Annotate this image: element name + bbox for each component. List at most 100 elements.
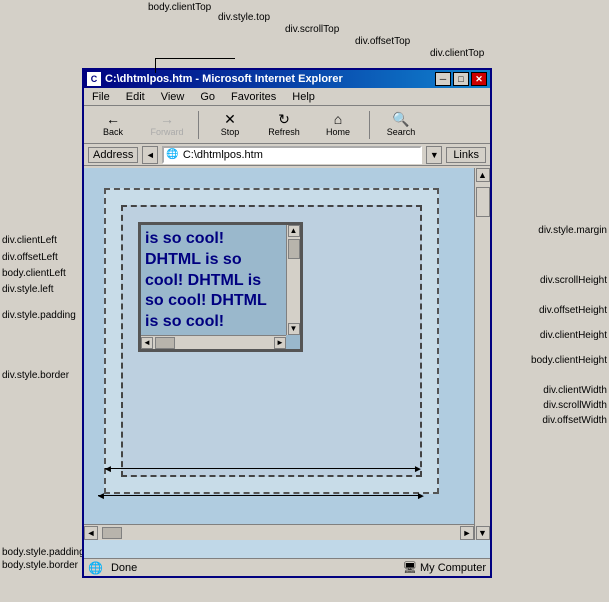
div-scroll-height-annotation: div.scrollHeight <box>540 275 607 286</box>
body-client-top-annotation: body.clientTop <box>148 2 211 13</box>
search-label: Search <box>387 127 416 137</box>
forward-button[interactable]: → Forward <box>142 108 192 142</box>
menu-favorites[interactable]: Favorites <box>227 90 280 104</box>
stop-button[interactable]: ✕ Stop <box>205 108 255 142</box>
div-scroll-width-annotation: div.scrollWidth <box>543 400 607 411</box>
title-bar-icon: C <box>87 72 101 86</box>
scroll-div-thumb-bottom[interactable] <box>155 337 175 349</box>
scroll-down-btn[interactable]: ▼ <box>476 526 490 540</box>
scroll-thumb-right[interactable] <box>476 187 490 217</box>
links-button[interactable]: Links <box>446 147 486 163</box>
scroll-right-btn[interactable]: ► <box>460 526 474 540</box>
home-button[interactable]: ⌂ Home <box>313 108 363 142</box>
toolbar: ← Back → Forward ✕ Stop ↻ Refresh ⌂ Home… <box>84 106 490 144</box>
address-dropdown-arrow[interactable]: ▼ <box>426 146 442 164</box>
body-offset-width-line <box>98 495 418 496</box>
div-offset-height-annotation: div.offsetHeight <box>539 305 607 316</box>
title-bar: C C:\dhtmlpos.htm - Microsoft Internet E… <box>84 70 490 88</box>
minimize-button[interactable]: ─ <box>435 72 451 86</box>
address-bar: Address ◄ 🌐 C:\dhtmlpos.htm ▼ Links <box>84 144 490 166</box>
scroll-div-up-btn[interactable]: ▲ <box>288 225 300 237</box>
menu-help[interactable]: Help <box>288 90 319 104</box>
browser-scrollbar-bottom: ◄ ► <box>84 524 474 540</box>
scroll-track-bottom <box>98 526 460 540</box>
page-icon: 🌐 <box>166 149 178 160</box>
browser-scrollbar-right: ▲ ▼ <box>474 168 490 540</box>
scroll-div-content: is so cool! DHTML is so cool! DHTML is s… <box>141 225 300 352</box>
div-client-top-annotation: div.clientTop <box>430 48 484 59</box>
forward-label: Forward <box>150 127 183 137</box>
scroll-div[interactable]: ▲ ▼ ◄ <box>138 222 303 352</box>
status-zone: 🖥 My Computer <box>403 561 486 574</box>
body-offset-width-arrow-left: ◄ <box>96 491 106 502</box>
status-zone-text: My Computer <box>420 562 486 574</box>
div-offset-left-annotation: div.offsetLeft <box>2 252 58 263</box>
refresh-label: Refresh <box>268 127 300 137</box>
back-label: Back <box>103 127 123 137</box>
div-client-width-annotation: div.clientWidth <box>543 385 607 396</box>
menu-edit[interactable]: Edit <box>122 90 149 104</box>
window-title: C:\dhtmlpos.htm - Microsoft Internet Exp… <box>105 73 343 85</box>
div-client-left-annotation: div.clientLeft <box>2 235 57 246</box>
menu-view[interactable]: View <box>157 90 189 104</box>
scroll-div-right-btn[interactable]: ► <box>274 337 286 349</box>
refresh-button[interactable]: ↻ Refresh <box>259 108 309 142</box>
address-input[interactable]: 🌐 C:\dhtmlpos.htm <box>162 146 422 164</box>
scroll-div-thumb-right[interactable] <box>288 239 300 259</box>
status-zone-icon: 🖥 <box>403 561 417 574</box>
div-offset-top-annotation: div.offsetTop <box>355 36 410 47</box>
stop-icon: ✕ <box>224 112 236 126</box>
scroll-div-track-right <box>288 237 300 323</box>
div-style-padding-annotation: div.style.padding <box>2 310 76 321</box>
forward-icon: → <box>160 112 174 126</box>
scroll-thumb-bottom[interactable] <box>102 527 122 539</box>
scroll-track-right <box>476 182 490 526</box>
div-style-margin-annotation: div.style.margin <box>538 225 607 236</box>
scroll-div-down-btn[interactable]: ▼ <box>288 323 300 335</box>
address-label: Address <box>88 147 138 163</box>
refresh-icon: ↻ <box>278 112 290 126</box>
scroll-div-scrollbar-bottom: ◄ ► <box>141 335 286 349</box>
browser-window: C C:\dhtmlpos.htm - Microsoft Internet E… <box>82 68 492 578</box>
search-button[interactable]: 🔍 Search <box>376 108 426 142</box>
body-style-padding-annotation: body.style.padding <box>2 547 85 558</box>
scroll-up-btn[interactable]: ▲ <box>476 168 490 182</box>
div-client-height-annotation: div.clientHeight <box>540 330 607 341</box>
stop-label: Stop <box>221 127 240 137</box>
line-body-client-top <box>155 58 235 59</box>
div-style-border-annotation: div.style.border <box>2 370 69 381</box>
status-page-icon: 🌐 <box>88 561 103 575</box>
toolbar-separator-1 <box>198 111 199 139</box>
search-icon: 🔍 <box>392 112 409 126</box>
scroll-div-track-bottom <box>153 337 274 349</box>
status-bar: 🌐 Done 🖥 My Computer <box>84 558 490 576</box>
content-area: ▲ ▼ ◄ <box>84 168 490 558</box>
home-icon: ⌂ <box>334 112 342 126</box>
close-button[interactable]: ✕ <box>471 72 487 86</box>
scroll-div-left-btn[interactable]: ◄ <box>141 337 153 349</box>
div-style-top-annotation: div.style.top <box>218 12 270 23</box>
maximize-button[interactable]: □ <box>453 72 469 86</box>
menu-bar: File Edit View Go Favorites Help e <box>84 88 490 106</box>
tick-body-client-top <box>155 58 156 73</box>
scroll-left-btn[interactable]: ◄ <box>84 526 98 540</box>
address-value: C:\dhtmlpos.htm <box>183 149 263 161</box>
div-offset-width-annotation: div.offsetWidth <box>542 415 607 426</box>
body-client-height-annotation: body.clientHeight <box>531 355 607 366</box>
body-offset-width-arrow-right: ► <box>416 491 426 502</box>
back-icon: ← <box>106 112 120 126</box>
div-style-left-annotation: div.style.left <box>2 284 54 295</box>
body-client-width-line <box>105 468 415 469</box>
inner-dashed-div: ▲ ▼ ◄ <box>121 205 422 477</box>
body-client-left-annotation: body.clientLeft <box>2 268 66 279</box>
body-client-width-arrow-left: ◄ <box>103 464 113 475</box>
address-left-arrow[interactable]: ◄ <box>142 146 158 164</box>
div-scroll-top-annotation: div.scrollTop <box>285 24 339 35</box>
home-label: Home <box>326 127 350 137</box>
toolbar-separator-2 <box>369 111 370 139</box>
scroll-div-scrollbar-right: ▲ ▼ <box>286 225 300 335</box>
menu-go[interactable]: Go <box>196 90 219 104</box>
back-button[interactable]: ← Back <box>88 108 138 142</box>
outer-dashed-div: ▲ ▼ ◄ <box>104 188 439 494</box>
menu-file[interactable]: File <box>88 90 114 104</box>
